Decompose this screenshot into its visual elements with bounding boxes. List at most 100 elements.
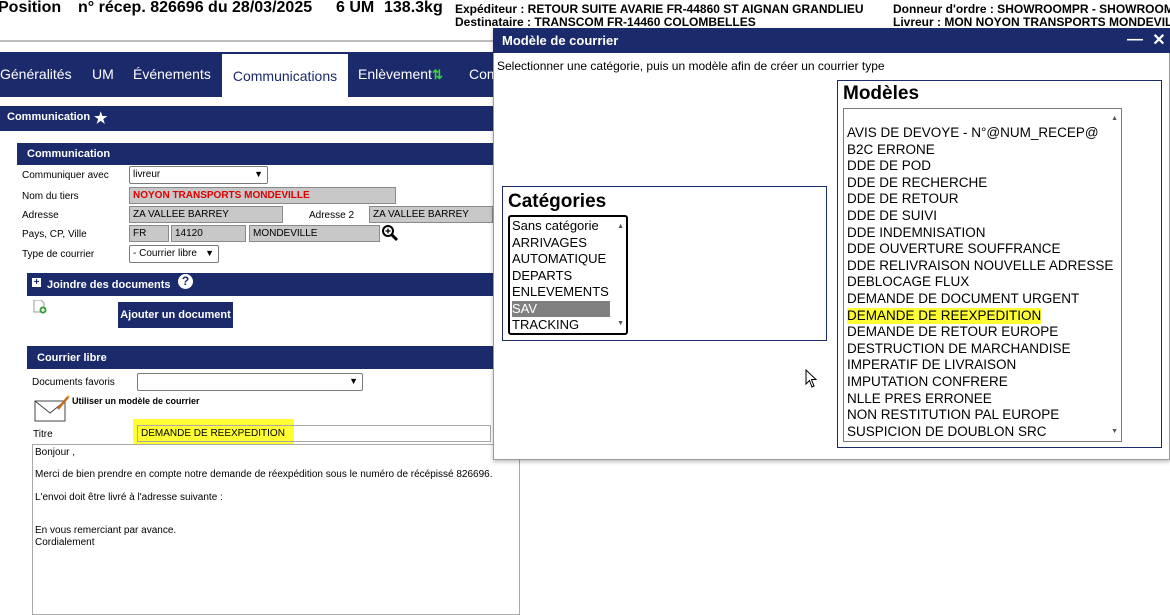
joindre-header: + Joindre des documents ? bbox=[27, 273, 510, 296]
courrier-libre-title: Courrier libre bbox=[37, 352, 107, 364]
modele-item[interactable]: DDE DE RETOUR bbox=[847, 191, 959, 208]
letter-line: Cordialement bbox=[35, 536, 95, 548]
modele-item[interactable]: IMPUTATION CONFRERE bbox=[847, 374, 1008, 391]
modele-item[interactable]: DDE DE POD bbox=[847, 158, 931, 175]
zoom-icon[interactable] bbox=[381, 224, 399, 242]
courrier-libre-header: Courrier libre bbox=[27, 346, 510, 369]
mouse-cursor-icon bbox=[805, 368, 819, 389]
type-value: - Courrier libre bbox=[133, 248, 197, 259]
close-icon[interactable]: ✕ bbox=[1151, 28, 1167, 53]
communiquer-select[interactable]: livreur ▼ bbox=[129, 166, 268, 184]
ajouter-document-button[interactable]: Ajouter un document bbox=[118, 302, 233, 328]
donneur-info: Donneur d'ordre : SHOWROOMPR - SHOWROOM bbox=[893, 2, 1170, 16]
adresse-field[interactable]: ZA VALLEE BARREY bbox=[129, 206, 283, 223]
letter-body-textarea[interactable]: Bonjour , Merci de bien prendre en compte… bbox=[32, 444, 520, 615]
um-count: 6 UM bbox=[336, 0, 375, 16]
modele-item[interactable]: DEMANDE DE DOCUMENT URGENT bbox=[847, 291, 1079, 308]
modele-item[interactable]: SUSPICION DE DOUBLON SRC bbox=[847, 424, 1047, 441]
letter-body-text: Bonjour , Merci de bien prendre en compte… bbox=[35, 447, 493, 548]
position-title: Position bbox=[0, 0, 62, 16]
communication-subheader-title: Communication bbox=[27, 148, 111, 160]
letter-line bbox=[35, 503, 493, 514]
recep-number: n° récep. 826696 du 28/03/2025 bbox=[78, 0, 313, 16]
type-select[interactable]: - Courrier libre ▼ bbox=[129, 245, 219, 263]
modele-item[interactable]: IMPERATIF DE LIVRAISON bbox=[847, 357, 1016, 374]
modele-item[interactable]: DDE DE RECHERCHE bbox=[847, 175, 987, 192]
favoris-label: Documents favoris bbox=[32, 377, 115, 388]
tab-enlevement-label: Enlèvement bbox=[358, 66, 432, 82]
pays-label: Pays, CP, Ville bbox=[22, 229, 87, 240]
tab-communications[interactable]: Communications bbox=[222, 52, 348, 97]
livreur-info: Livreur : MON NOYON TRANSPORTS MONDEVILL… bbox=[893, 15, 1170, 29]
modele-item[interactable]: DDE RELIVRAISON NOUVELLE ADRESSE bbox=[847, 258, 1113, 275]
modele-item[interactable]: NLLE PRES ERRONEE bbox=[847, 391, 992, 408]
expediteur-info: Expéditeur : RETOUR SUITE AVARIE FR-4486… bbox=[455, 2, 864, 16]
expand-plus-icon[interactable]: + bbox=[32, 278, 41, 288]
modeles-title: Modèles bbox=[843, 83, 920, 104]
modele-item[interactable]: B2C ERRONE bbox=[847, 142, 935, 159]
scroll-up-icon[interactable]: ▲ bbox=[1111, 115, 1118, 122]
dialog-title-bar: Modèle de courrier bbox=[493, 28, 1170, 53]
modele-item[interactable]: AVIS DE DEVOYE - N°@NUM_RECEP@ bbox=[847, 125, 1099, 142]
category-item[interactable]: ARRIVAGES bbox=[512, 235, 610, 252]
categories-listbox[interactable]: Sans catégorie ARRIVAGES AUTOMATIQUE DEPART… bbox=[508, 215, 628, 335]
category-item[interactable]: AUTOMATIQUE bbox=[512, 251, 610, 268]
modele-item[interactable]: DDE DE SUIVI bbox=[847, 208, 937, 225]
tab-evenements[interactable]: Événements bbox=[133, 52, 211, 97]
add-file-icon[interactable] bbox=[33, 299, 47, 314]
scroll-down-icon[interactable]: ▼ bbox=[617, 320, 624, 327]
nom-field[interactable]: NOYON TRANSPORTS MONDEVILLE bbox=[129, 187, 396, 204]
communiquer-label: Communiquer avec bbox=[22, 170, 109, 181]
category-item[interactable]: Sans catégorie bbox=[512, 218, 610, 235]
ville-field[interactable]: MONDEVILLE bbox=[249, 225, 380, 242]
scroll-down-icon[interactable]: ▼ bbox=[1111, 428, 1118, 435]
adresse2-field[interactable]: ZA VALLEE BARREY bbox=[369, 206, 493, 223]
communiquer-value: livreur bbox=[133, 169, 161, 180]
titre-input[interactable]: DEMANDE DE REEXPEDITION bbox=[137, 425, 491, 442]
minimize-icon[interactable]: — bbox=[1127, 28, 1143, 53]
letter-line: Merci de bien prendre en compte notre de… bbox=[35, 469, 493, 481]
communication-subheader: Communication bbox=[17, 143, 510, 165]
letter-line: Bonjour , bbox=[35, 447, 76, 458]
modele-item[interactable]: DEMANDE DE RETOUR EUROPE bbox=[847, 324, 1058, 341]
chevron-down-icon: ▼ bbox=[254, 169, 263, 179]
communication-header: Communication ★ bbox=[0, 106, 510, 131]
tab-generalites[interactable]: Généralités bbox=[0, 52, 72, 97]
nom-label: Nom du tiers bbox=[22, 191, 79, 202]
category-item[interactable]: TRACKING bbox=[512, 317, 610, 333]
modeles-listbox[interactable]: AVIS DE DEVOYE - N°@NUM_RECEP@ B2C ERRONE… bbox=[843, 108, 1122, 442]
dialog-instruction: Selectionner une catégorie, puis un modè… bbox=[497, 59, 885, 73]
category-item[interactable]: SAV bbox=[512, 300, 610, 317]
destinataire-info: Destinataire : TRANSCOM FR-14460 COLOMBE… bbox=[455, 15, 756, 29]
modele-item[interactable]: DEBLOCAGE FLUX bbox=[847, 274, 969, 291]
transfer-arrows-icon: ⇅ bbox=[431, 67, 443, 82]
utiliser-modele-link[interactable]: Utiliser un modèle de courrier bbox=[72, 396, 200, 406]
help-icon[interactable]: ? bbox=[178, 274, 193, 289]
favorite-star-icon[interactable]: ★ bbox=[94, 109, 107, 127]
chevron-down-icon: ▼ bbox=[349, 376, 358, 386]
joindre-title: Joindre des documents bbox=[47, 279, 171, 291]
favoris-select[interactable]: ▼ bbox=[137, 373, 363, 391]
titre-label: Titre bbox=[33, 429, 53, 440]
envelope-icon[interactable] bbox=[34, 395, 70, 423]
modele-item[interactable]: DDE OUVERTURE SOUFFRANCE bbox=[847, 241, 1061, 258]
letter-line bbox=[35, 514, 493, 525]
letter-line bbox=[35, 481, 493, 492]
tab-um[interactable]: UM bbox=[92, 52, 114, 97]
tab-enlevement[interactable]: Enlèvement⇅ bbox=[358, 52, 443, 97]
modele-item[interactable]: DEMANDE DE REEXPEDITION bbox=[847, 307, 1042, 325]
modele-item[interactable]: DESTRUCTION DE MARCHANDISE bbox=[847, 341, 1071, 358]
type-label: Type de courrier bbox=[22, 249, 95, 260]
scroll-up-icon[interactable]: ▲ bbox=[617, 223, 624, 230]
letter-line bbox=[35, 458, 493, 469]
adresse2-label: Adresse 2 bbox=[309, 210, 355, 221]
modele-item[interactable]: NON RESTITUTION PAL EUROPE bbox=[847, 407, 1059, 424]
modele-item[interactable]: DDE INDEMNISATION bbox=[847, 225, 986, 242]
dialog-title: Modèle de courrier bbox=[502, 33, 619, 48]
letter-line: L'envoi doit être livré à l'adresse suiv… bbox=[35, 491, 223, 503]
categories-title: Catégories bbox=[508, 191, 607, 212]
pays-field[interactable]: FR bbox=[129, 225, 169, 242]
category-item[interactable]: DEPARTS bbox=[512, 268, 610, 285]
category-item[interactable]: ENLEVEMENTS bbox=[512, 284, 610, 301]
cp-field[interactable]: 14120 bbox=[171, 225, 246, 242]
